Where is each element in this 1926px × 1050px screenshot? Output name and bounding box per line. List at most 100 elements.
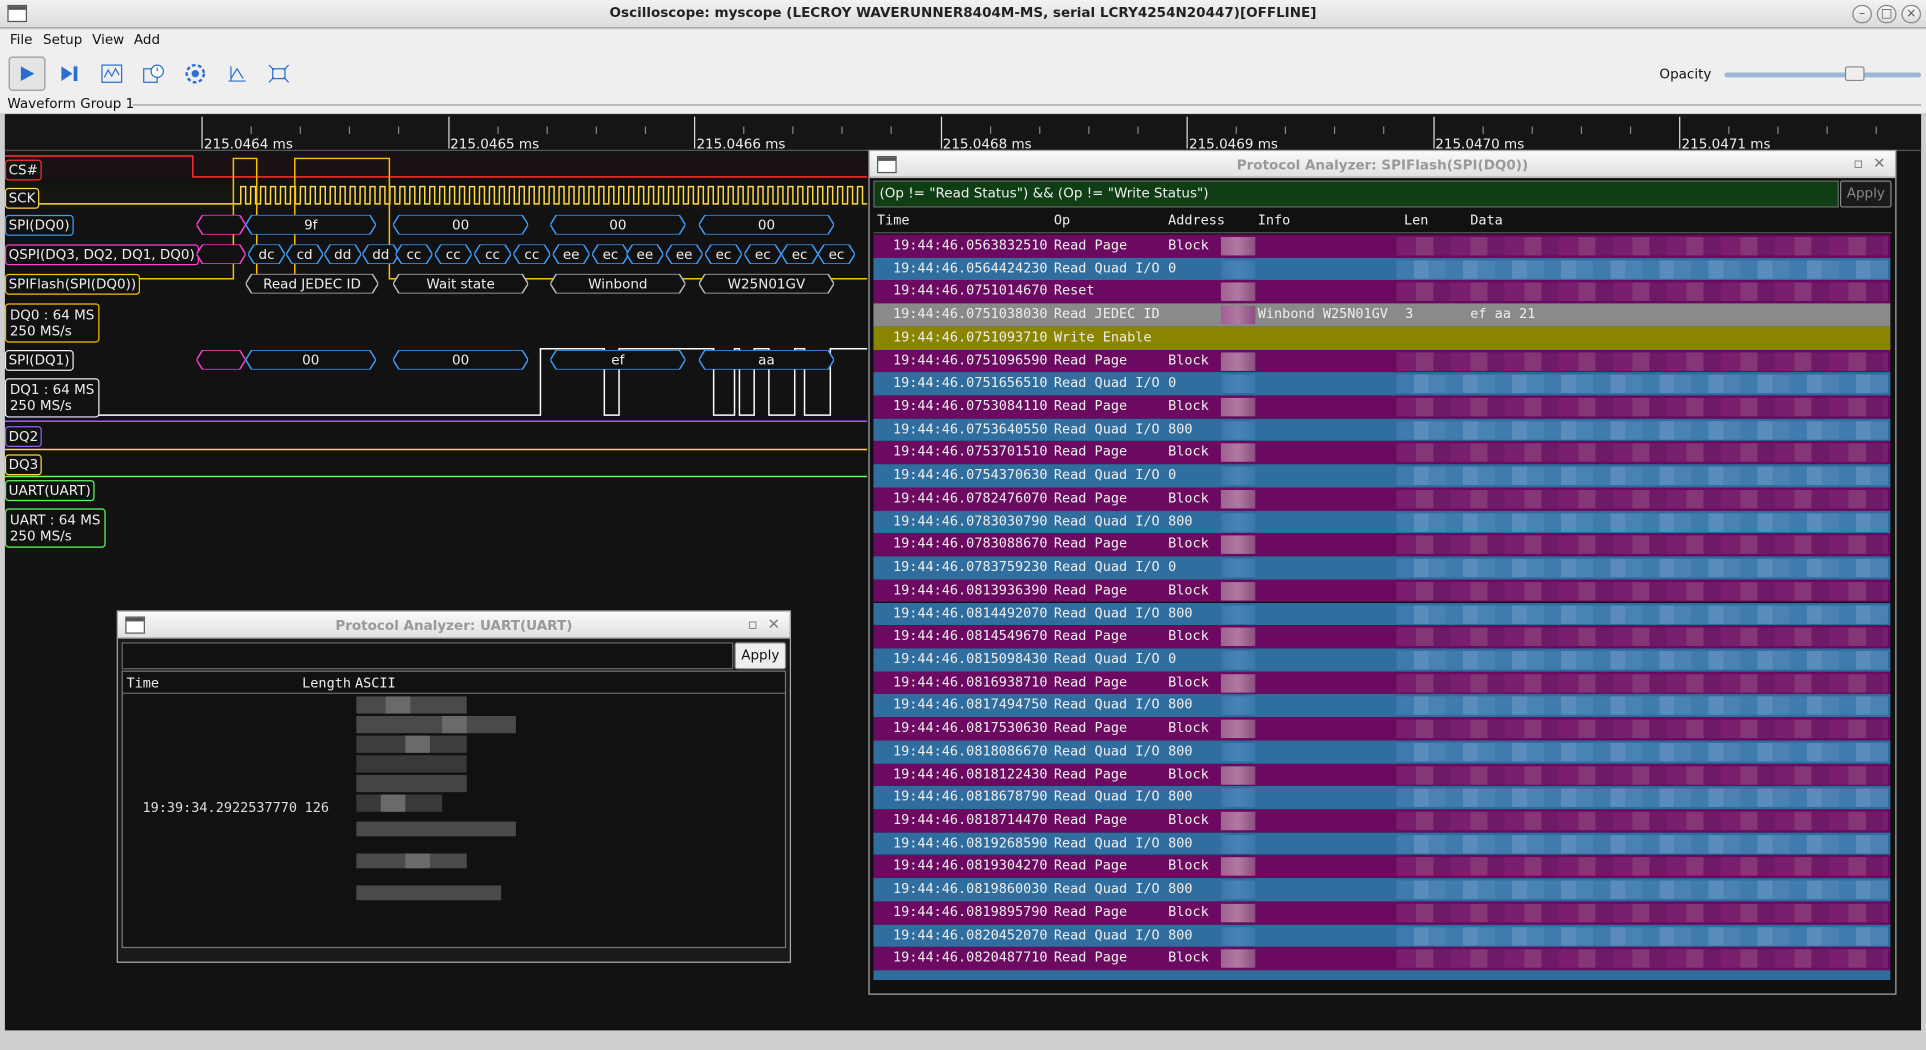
spi-table-row[interactable]: 19:44:46.0820452070 Read Quad I/O 800 <box>873 924 1891 948</box>
spi-close-icon[interactable]: ✕ <box>1873 155 1885 172</box>
dq1-decode-byte[interactable]: aa <box>698 350 835 370</box>
dq0-decode-byte[interactable]: 00 <box>393 214 529 235</box>
spi-col-time[interactable]: Time <box>877 212 910 228</box>
cursor-icon[interactable] <box>219 56 256 90</box>
spi-col-info[interactable]: Info <box>1258 212 1291 228</box>
spiflash-decode-field[interactable]: W25N01GV <box>698 273 835 294</box>
menu-setup[interactable]: Setup <box>43 32 82 48</box>
history-icon[interactable] <box>135 56 172 90</box>
qspi-decode-nibble[interactable]: dd <box>324 244 362 265</box>
dq0-decode-byte[interactable]: 9f <box>245 214 376 235</box>
minimize-button[interactable]: – <box>1852 4 1872 24</box>
dq0-analog-label[interactable]: DQ0 : 64 MS 250 MS/s <box>4 303 100 343</box>
qspi-decode-nibble[interactable]: ee <box>552 244 590 265</box>
qspi-label[interactable]: QSPI(DQ3, DQ2, DQ1, DQ0) <box>4 244 199 266</box>
spi-table-row[interactable]: 19:44:46.0564424230 Read Quad I/O 0 <box>873 257 1891 281</box>
spi-table-row[interactable]: 19:44:46.0818122430 Read Page Block <box>873 763 1891 787</box>
timeline-ruler[interactable]: 215.0464 ms 215.0465 ms 215.0466 ms 215.046… <box>4 114 1926 152</box>
waveform-icon[interactable] <box>93 56 130 90</box>
qspi-decode-nibble[interactable]: ec <box>818 244 855 265</box>
zoom-fit-icon[interactable] <box>260 56 297 90</box>
qspi-start-marker[interactable] <box>196 244 246 265</box>
qspi-decode-nibble[interactable]: ec <box>781 244 819 265</box>
spi-table-row[interactable]: 19:44:46.0753640550 Read Quad I/O 800 <box>873 418 1891 442</box>
spi-table-row[interactable]: 19:44:46.0819860030 Read Quad I/O 800 <box>873 878 1891 902</box>
spi-table-row[interactable]: 19:44:46.0814492070 Read Quad I/O 800 <box>873 602 1891 626</box>
spi-table-row[interactable]: 19:44:46.0563832510 Read Page Block <box>873 234 1891 258</box>
qspi-decode-nibble[interactable]: ec <box>592 244 629 265</box>
menu-add[interactable]: Add <box>134 32 160 48</box>
spi-table-row[interactable]: 19:44:46.0783088670 Read Page Block <box>873 533 1891 557</box>
spiflash-decode-field[interactable]: Winbond <box>550 273 686 294</box>
spi-table-row[interactable]: 19:44:46.0753701510 Read Page Block <box>873 441 1891 465</box>
spi-dq0-label[interactable]: SPI(DQ0) <box>4 214 74 236</box>
spi-table-row[interactable]: 19:44:46.0819895790 Read Page Block <box>873 901 1891 925</box>
opacity-slider-handle[interactable] <box>1844 66 1865 82</box>
spiflash-label[interactable]: SPIFlash(SPI(DQ0)) <box>4 273 140 295</box>
spi-table-row[interactable]: 19:44:46.0751014670 Reset <box>873 280 1891 304</box>
spi-apply-button[interactable]: Apply <box>1839 180 1892 208</box>
uart-analog-label[interactable]: UART : 64 MS 250 MS/s <box>4 508 106 548</box>
spi-table-row[interactable]: 19:44:46.0783759230 Read Quad I/O 0 <box>873 556 1891 580</box>
spi-analyzer-titlebar[interactable]: Protocol Analyzer: SPIFlash(SPI(DQ0)) ▫ … <box>869 151 1896 179</box>
maximize-button[interactable]: □ <box>1876 4 1897 24</box>
spi-table-row[interactable]: 19:44:46.0754370630 Read Quad I/O 0 <box>873 464 1891 488</box>
dq0-decode-byte[interactable]: 00 <box>550 214 686 235</box>
uart-col-ascii[interactable]: ASCII <box>355 675 396 691</box>
spi-table-row[interactable]: 19:44:46.0818714470 Read Page Block <box>873 809 1891 833</box>
spi-table-row[interactable]: 19:44:46.0818086670 Read Quad I/O 800 <box>873 740 1891 764</box>
qspi-decode-nibble[interactable]: ee <box>665 244 703 265</box>
qspi-decode-nibble[interactable]: dd <box>362 244 400 265</box>
uart-label[interactable]: UART(UART) <box>4 480 95 502</box>
dq1-start-marker[interactable] <box>196 350 246 370</box>
spi-dq1-label[interactable]: SPI(DQ1) <box>4 350 74 371</box>
qspi-decode-nibble[interactable]: cc <box>395 244 433 265</box>
run-icon[interactable] <box>8 56 46 91</box>
qspi-decode-nibble[interactable]: ec <box>744 244 782 265</box>
spi-col-data[interactable]: Data <box>1470 212 1503 228</box>
dq0-decode-byte[interactable]: 00 <box>698 214 835 235</box>
spi-table-row[interactable]: 19:44:46.0783030790 Read Quad I/O 800 <box>873 510 1891 534</box>
qspi-decode-nibble[interactable]: ec <box>705 244 742 265</box>
uart-filter-input[interactable] <box>121 642 734 670</box>
spi-table-row[interactable]: 19:44:46.0817530630 Read Page Block <box>873 717 1891 741</box>
dq1-decode-byte[interactable]: ef <box>550 350 686 370</box>
spi-table-row[interactable]: 19:44:46.0751093710 Write Enable <box>873 326 1891 350</box>
uart-analyzer-titlebar[interactable]: Protocol Analyzer: UART(UART) ▫ ✕ <box>117 611 790 639</box>
dq3-label[interactable]: DQ3 <box>4 454 42 476</box>
spi-table-row[interactable]: 19:44:46.0820487710 Read Page Block <box>873 947 1891 971</box>
spi-table-row[interactable]: 19:44:46.0815098430 Read Quad I/O 0 <box>873 648 1891 672</box>
qspi-decode-nibble[interactable]: cc <box>474 244 511 265</box>
spi-table-row[interactable]: 19:44:46.0753084110 Read Page Block <box>873 395 1891 419</box>
spi-table-row[interactable]: 19:44:46.0819304270 Read Page Block <box>873 855 1891 879</box>
spi-col-address[interactable]: Address <box>1168 212 1225 228</box>
close-button[interactable]: × <box>1901 4 1922 24</box>
settings-icon[interactable] <box>177 56 214 90</box>
spi-col-op[interactable]: Op <box>1054 212 1070 228</box>
single-step-icon[interactable] <box>52 56 89 90</box>
uart-close-icon[interactable]: ✕ <box>768 615 780 632</box>
opacity-slider[interactable] <box>1724 72 1922 78</box>
dq2-label[interactable]: DQ2 <box>4 426 42 448</box>
spiflash-decode-field[interactable]: Read JEDEC ID <box>245 273 379 294</box>
spi-table-row[interactable]: 19:44:46.0751096590 Read Page Block <box>873 349 1891 373</box>
spi-table-row[interactable]: 19:44:46.0751656510 Read Quad I/O 0 <box>873 372 1891 396</box>
qspi-decode-nibble[interactable]: cc <box>513 244 551 265</box>
cs-label[interactable]: CS# <box>4 159 42 181</box>
spiflash-decode-field[interactable]: Wait state <box>393 273 529 294</box>
uart-apply-button[interactable]: Apply <box>734 642 787 670</box>
uart-col-time[interactable]: Time <box>127 675 160 691</box>
menu-view[interactable]: View <box>92 32 124 48</box>
spi-table-row[interactable]: 19:44:46.0751038030 Read JEDEC ID Winbond … <box>873 303 1891 327</box>
spi-table-row-partial[interactable] <box>873 970 1891 981</box>
menu-file[interactable]: File <box>10 32 33 48</box>
sck-label[interactable]: SCK <box>4 187 40 209</box>
dq1-analog-label[interactable]: DQ1 : 64 MS 250 MS/s <box>4 378 100 418</box>
spi-col-len[interactable]: Len <box>1404 212 1428 228</box>
dq1-decode-byte[interactable]: 00 <box>245 350 376 370</box>
qspi-decode-nibble[interactable]: dc <box>248 244 285 265</box>
dq0-start-marker[interactable] <box>196 214 246 235</box>
qspi-decode-nibble[interactable]: ee <box>626 244 664 265</box>
spi-table-row[interactable]: 19:44:46.0819268590 Read Quad I/O 800 <box>873 832 1891 856</box>
uart-maximize-icon[interactable]: ▫ <box>748 615 758 632</box>
